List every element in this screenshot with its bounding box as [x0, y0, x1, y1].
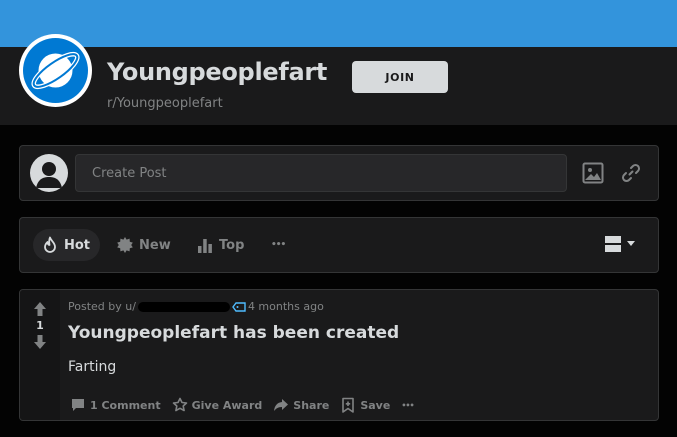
sort-new-button[interactable]: New — [108, 229, 181, 261]
post-more-button[interactable]: ••• — [397, 393, 420, 417]
vote-column: 1 — [20, 290, 60, 420]
bookmark-plus-icon — [342, 397, 355, 413]
sort-more-button[interactable]: ••• — [263, 229, 295, 261]
save-button[interactable]: Save — [336, 393, 397, 417]
planet-icon — [31, 51, 80, 90]
downvote-button[interactable] — [33, 334, 47, 350]
vote-count: 1 — [36, 319, 44, 332]
user-silhouette-icon — [36, 162, 62, 188]
post-title[interactable]: Youngpeoplefart has been created — [68, 323, 399, 343]
image-icon — [582, 162, 604, 184]
redacted-username[interactable] — [137, 301, 230, 312]
sort-new-label: New — [139, 237, 171, 253]
chevron-down-icon — [627, 241, 635, 246]
upvote-arrow-icon — [34, 302, 46, 316]
sort-hot-label: Hot — [64, 237, 91, 253]
layout-toggle-button[interactable] — [604, 235, 635, 253]
sort-hot-button[interactable]: Hot — [33, 229, 101, 261]
image-upload-button[interactable] — [580, 160, 606, 186]
share-label: Share — [293, 398, 330, 412]
upvote-button[interactable] — [33, 301, 47, 317]
post-more-label: ••• — [401, 400, 414, 410]
share-button[interactable]: Share — [269, 393, 336, 417]
card-layout-icon — [605, 236, 621, 252]
comment-icon — [72, 399, 84, 411]
link-icon — [621, 163, 641, 183]
sort-top-label: Top — [219, 237, 245, 253]
link-button[interactable] — [618, 160, 644, 186]
subreddit-name: r/Youngpeoplefart — [107, 96, 223, 111]
post-meta: Posted by u/ 4 months ago — [68, 300, 324, 313]
new-icon — [117, 237, 133, 253]
award-icon — [172, 397, 187, 412]
share-icon — [274, 399, 289, 411]
user-avatar[interactable] — [30, 154, 68, 192]
sort-more-label: ••• — [271, 240, 286, 250]
give-award-label: Give Award — [191, 398, 263, 412]
subreddit-title: Youngpeoplefart — [107, 58, 328, 86]
post-time[interactable]: 4 months ago — [248, 300, 324, 313]
create-post-card — [19, 145, 659, 201]
post-body: Farting — [68, 359, 117, 375]
sort-top-button[interactable]: Top — [188, 229, 254, 261]
comments-button[interactable]: 1 Comment — [66, 393, 168, 417]
community-avatar[interactable] — [19, 34, 92, 107]
create-post-input[interactable] — [75, 154, 567, 192]
subreddit-header: Youngpeoplefart r/Youngpeoplefart JOIN — [0, 34, 677, 125]
flame-icon — [44, 236, 56, 253]
give-award-button[interactable]: Give Award — [168, 393, 270, 417]
subreddit-banner — [0, 0, 677, 47]
sort-bar: Hot New Top ••• — [19, 217, 659, 273]
post-actions: 1 Comment Give Award Share Save ••• — [66, 393, 421, 417]
save-label: Save — [360, 398, 391, 412]
downvote-arrow-icon — [34, 335, 46, 349]
join-button[interactable]: JOIN — [352, 61, 448, 93]
award-tag-icon — [232, 301, 246, 312]
top-icon — [198, 239, 212, 253]
comments-label: 1 Comment — [90, 398, 161, 412]
posted-by-label: Posted by u/ — [68, 300, 136, 313]
post-card[interactable]: 1 Posted by u/ 4 months ago Youngpeoplef… — [19, 289, 659, 421]
